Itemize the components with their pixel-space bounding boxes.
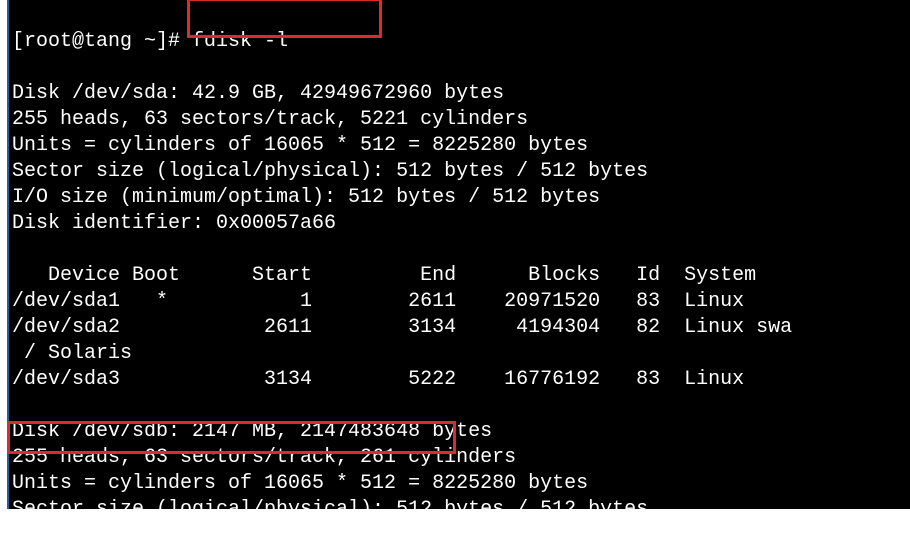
- table-row: / Solaris: [12, 342, 132, 365]
- command-text: fdisk -l: [192, 30, 288, 53]
- disk-sda-identifier: Disk identifier: 0x00057a66: [12, 212, 336, 235]
- disk-sdb-sector-size: Sector size (logical/physical): 512 byte…: [12, 498, 648, 521]
- disk-sda-units: Units = cylinders of 16065 * 512 = 82252…: [12, 134, 588, 157]
- terminal-output: [root@tang ~]# fdisk -l Disk /dev/sda: 4…: [12, 29, 907, 523]
- table-row: /dev/sda3 3134 5222 16776192 83 Linux: [12, 368, 744, 391]
- partition-table-header: Device Boot Start End Blocks Id System: [12, 264, 756, 287]
- disk-sdb-units: Units = cylinders of 16065 * 512 = 82252…: [12, 472, 588, 495]
- disk-sda-io-size: I/O size (minimum/optimal): 512 bytes / …: [12, 186, 600, 209]
- disk-sda-sector-size: Sector size (logical/physical): 512 byte…: [12, 160, 648, 183]
- table-row: /dev/sda1 * 1 2611 20971520 83 Linux: [12, 290, 744, 313]
- shell-prompt: [root@tang ~]#: [12, 30, 180, 53]
- disk-sdb-geometry: 255 heads, 63 sectors/track, 261 cylinde…: [12, 446, 516, 469]
- disk-sda-header: Disk /dev/sda: 42.9 GB, 42949672960 byte…: [12, 82, 504, 105]
- terminal-window[interactable]: [root@tang ~]# fdisk -l Disk /dev/sda: 4…: [7, 0, 910, 509]
- disk-sdb-header: Disk /dev/sdb: 2147 MB, 2147483648 bytes: [12, 420, 492, 443]
- table-row: /dev/sda2 2611 3134 4194304 82 Linux swa: [12, 316, 792, 339]
- disk-sda-geometry: 255 heads, 63 sectors/track, 5221 cylind…: [12, 108, 528, 131]
